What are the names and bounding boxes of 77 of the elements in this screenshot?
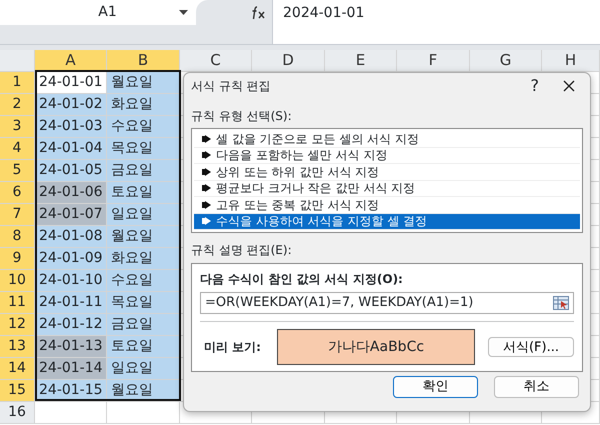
rule-type-item[interactable]: 평균보다 크거나 작은 값만 서식 지정 [194, 180, 580, 197]
format-button[interactable]: 서식(F)... [488, 337, 574, 357]
row-header[interactable]: 1 [0, 72, 35, 94]
cell[interactable]: 수요일 [107, 270, 180, 292]
preview-label: 미리 보기: [204, 339, 261, 356]
section-label: 규칙 유형 선택(S): [191, 108, 293, 125]
row-header[interactable]: 10 [0, 270, 35, 292]
cell[interactable]: 목요일 [107, 138, 180, 160]
cell[interactable] [35, 402, 107, 424]
cancel-button[interactable]: 취소 [494, 376, 579, 398]
row-header[interactable]: 15 [0, 380, 35, 402]
cell[interactable]: 월요일 [107, 226, 180, 248]
row-header[interactable]: 9 [0, 248, 35, 270]
formula-bar[interactable]: 2024-01-01 [272, 0, 600, 44]
row-header[interactable]: 8 [0, 226, 35, 248]
cell[interactable]: 금요일 [107, 314, 180, 336]
row-header[interactable]: 6 [0, 182, 35, 204]
column-header[interactable]: B [107, 50, 180, 72]
cell[interactable]: 24-01-06 [35, 182, 107, 204]
cell[interactable]: 24-01-09 [35, 248, 107, 270]
formula-field[interactable]: =OR(WEEKDAY(A1)=7, WEEKDAY(A1)=1) [200, 292, 574, 314]
help-button[interactable]: ? [530, 74, 539, 98]
rule-type-item[interactable]: 셀 값을 기준으로 모든 셀의 서식 지정 [194, 131, 580, 148]
row-header[interactable]: 11 [0, 292, 35, 314]
column-header[interactable]: D [252, 50, 325, 72]
row-header[interactable]: 7 [0, 204, 35, 226]
cell[interactable]: 토요일 [107, 182, 180, 204]
cell[interactable]: 화요일 [107, 94, 180, 116]
cell[interactable]: 월요일 [107, 72, 180, 94]
cell[interactable]: 24-01-05 [35, 160, 107, 182]
cell[interactable]: 24-01-14 [35, 358, 107, 380]
range-picker-icon[interactable] [553, 296, 569, 310]
row-header[interactable]: 5 [0, 160, 35, 182]
cell[interactable]: 목요일 [107, 292, 180, 314]
rule-type-item[interactable]: 다음을 포함하는 셀만 서식 지정 [194, 148, 580, 164]
row-header[interactable]: 3 [0, 116, 35, 138]
ok-button[interactable]: 확인 [393, 376, 478, 398]
column-header[interactable]: F [397, 50, 470, 72]
cell[interactable]: 24-01-12 [35, 314, 107, 336]
column-header[interactable]: H [542, 50, 600, 72]
cell[interactable]: 24-01-03 [35, 116, 107, 138]
column-header[interactable]: E [325, 50, 397, 72]
cell[interactable]: 24-01-08 [35, 226, 107, 248]
cell[interactable]: 월요일 [107, 380, 180, 402]
cell[interactable]: 24-01-10 [35, 270, 107, 292]
row-header[interactable]: 16 [0, 402, 35, 424]
cell[interactable]: 수요일 [107, 116, 180, 138]
cell[interactable]: 일요일 [107, 204, 180, 226]
cell[interactable]: 화요일 [107, 248, 180, 270]
column-header[interactable]: A [35, 50, 107, 72]
row-header[interactable]: 13 [0, 336, 35, 358]
cell[interactable]: 24-01-04 [35, 138, 107, 160]
cell[interactable]: 토요일 [107, 336, 180, 358]
cell[interactable]: 일요일 [107, 358, 180, 380]
section-label: 규칙 설명 편집(E): [191, 242, 293, 259]
cell[interactable] [107, 402, 180, 424]
formula-text: =OR(WEEKDAY(A1)=7, WEEKDAY(A1)=1) [205, 294, 474, 312]
close-icon[interactable] [563, 80, 575, 92]
cell[interactable]: 24-01-13 [35, 336, 107, 358]
column-header[interactable]: G [470, 50, 542, 72]
format-preview: 가나다AaBbCc [276, 329, 475, 365]
cell[interactable]: 금요일 [107, 160, 180, 182]
insert-function-icon[interactable] [251, 6, 266, 20]
cell[interactable]: 24-01-07 [35, 204, 107, 226]
column-header[interactable]: C [180, 50, 252, 72]
row-header[interactable]: 4 [0, 138, 35, 160]
cell[interactable]: 24-01-11 [35, 292, 107, 314]
cell[interactable]: 24-01-02 [35, 94, 107, 116]
cell[interactable]: 24-01-01 [35, 72, 107, 94]
rule-type-item[interactable]: 수식을 사용하여 서식을 지정할 셀 결정 [194, 214, 580, 230]
formula-label: 다음 수식이 참인 값의 서식 지정(O): [200, 271, 404, 288]
row-header[interactable]: 14 [0, 358, 35, 380]
dropdown-caret-icon[interactable] [179, 10, 188, 15]
row-header[interactable]: 12 [0, 314, 35, 336]
rule-type-item[interactable]: 상위 또는 하위 값만 서식 지정 [194, 164, 580, 180]
dialog-title: 서식 규칙 편집 [191, 78, 271, 95]
row-header[interactable]: 2 [0, 94, 35, 116]
